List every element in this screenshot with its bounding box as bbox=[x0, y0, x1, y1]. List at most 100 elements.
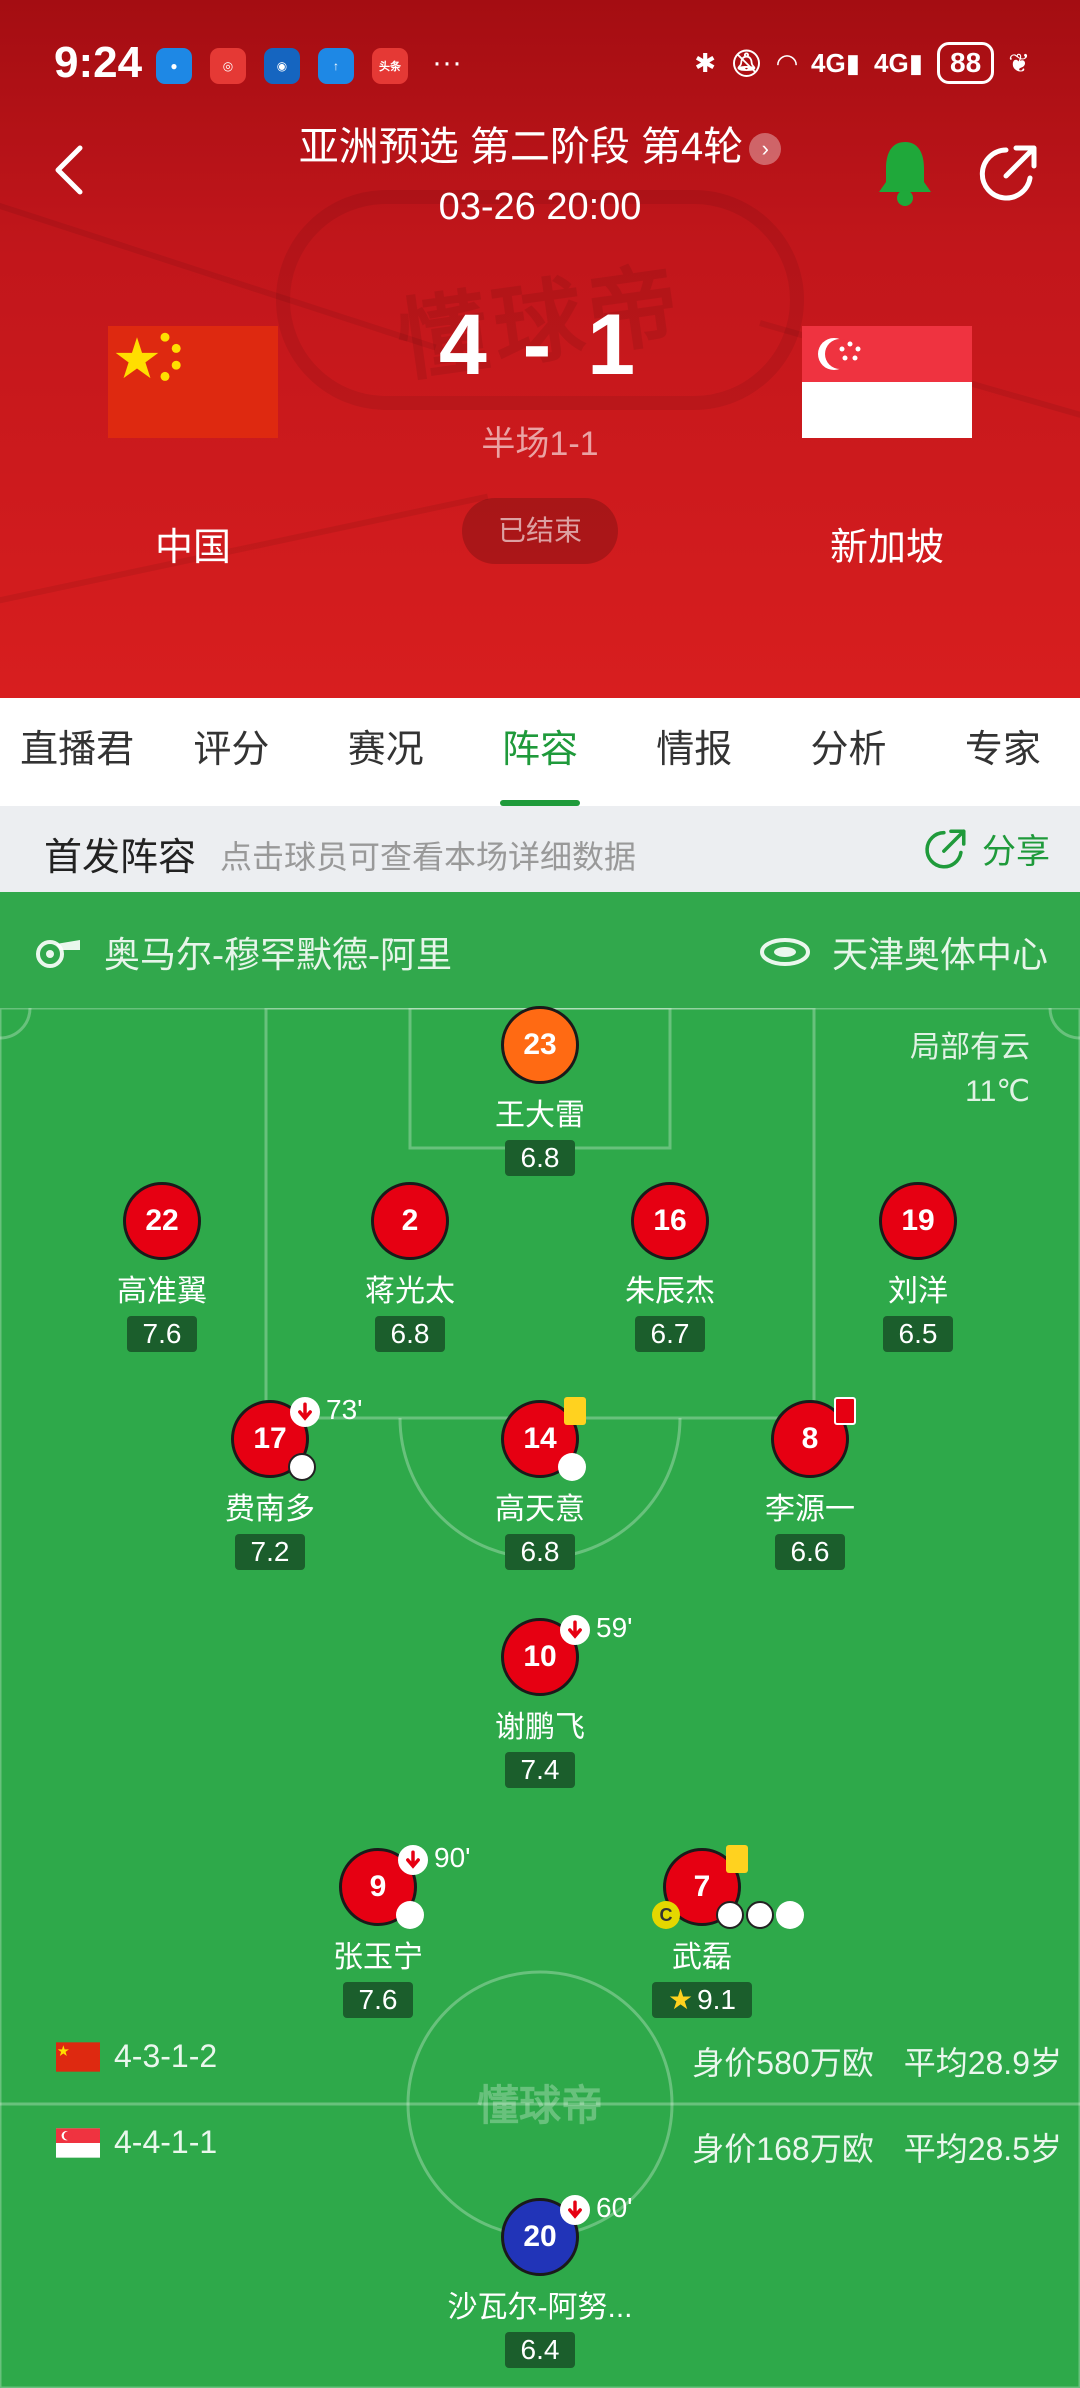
lineup-share-button[interactable]: 分享 bbox=[924, 824, 1050, 873]
player-card-d2[interactable]: 2 蒋光太 6.8 bbox=[310, 1182, 510, 1352]
goal-ball-icon bbox=[716, 1901, 744, 1929]
status-time: 9:24 bbox=[54, 38, 143, 87]
player-name: 蒋光太 bbox=[365, 1275, 455, 1308]
home-team-name[interactable]: 中国 bbox=[108, 516, 278, 571]
player-name: 高天意 bbox=[495, 1493, 585, 1526]
home-team-stats: 身价580万欧 平均28.9岁 bbox=[692, 2038, 1062, 2084]
player-card-sg-gk[interactable]: 20 60' 沙瓦尔-阿努... 6.4 bbox=[440, 2193, 640, 2368]
player-card-m1[interactable]: 17 73' 费南多 7.2 bbox=[170, 1395, 370, 1570]
yellow-card-icon bbox=[564, 1397, 586, 1425]
sub-minute: 90' bbox=[434, 1842, 471, 1873]
status-indicators: ✱ 🔕︎ ◠ 4G▮ 4G▮ 88 ❦ bbox=[694, 42, 1030, 84]
assist-boot-icon bbox=[776, 1901, 804, 1929]
singapore-flag[interactable] bbox=[802, 326, 972, 438]
signal-icon-2: 4G▮ bbox=[874, 47, 924, 78]
upload-app-icon: ↑ bbox=[318, 48, 354, 84]
lineup-pitch: 奥马尔-穆罕默德-阿里 天津奥体中心 懂球帝 局部有云 11℃ 23 王大雷 6… bbox=[0, 892, 1080, 2388]
player-card-m3[interactable]: 8 李源一 6.6 bbox=[710, 1397, 910, 1570]
more-notifications-icon: ··· bbox=[432, 46, 462, 79]
tab-live[interactable]: 直播君 bbox=[0, 698, 154, 806]
player-rating: ★ 9.1 bbox=[651, 1982, 753, 2018]
news-app-icon: ◎ bbox=[210, 48, 246, 84]
player-jersey: 17 73' bbox=[231, 1395, 363, 1481]
singapore-flag-small bbox=[56, 2128, 100, 2158]
player-card-am[interactable]: 10 59' 谢鹏飞 7.4 bbox=[440, 1613, 640, 1788]
player-rating: 6.6 bbox=[774, 1534, 846, 1570]
tab-intel[interactable]: 情报 bbox=[617, 698, 771, 806]
message-app-icon: ● bbox=[156, 48, 192, 84]
player-rating: 6.7 bbox=[634, 1316, 706, 1352]
player-name: 谢鹏飞 bbox=[495, 1711, 585, 1744]
tab-lineup[interactable]: 阵容 bbox=[463, 698, 617, 806]
tab-bar: 直播君 评分 赛况 阵容 情报 分析 专家 bbox=[0, 698, 1080, 806]
sub-off-icon bbox=[398, 1845, 428, 1875]
match-info-row: 奥马尔-穆罕默德-阿里 天津奥体中心 bbox=[0, 892, 1080, 1008]
bluetooth-icon: ✱ bbox=[694, 47, 717, 78]
tab-ratings[interactable]: 评分 bbox=[154, 698, 308, 806]
share-icon[interactable] bbox=[978, 142, 1040, 204]
chevron-right-icon: › bbox=[749, 133, 782, 165]
away-formation-row: 4-4-1-1 身价168万欧 平均28.5岁 bbox=[0, 2116, 1080, 2172]
tab-match-events[interactable]: 赛况 bbox=[309, 698, 463, 806]
leaf-icon: ❦ bbox=[1008, 47, 1030, 78]
weather-temp: 11℃ bbox=[965, 1075, 1030, 1108]
weather-info: 局部有云 11℃ bbox=[910, 1026, 1030, 1114]
sub-minute: 59' bbox=[596, 1612, 633, 1643]
player-card-f2[interactable]: 7 C 武磊 ★ 9.1 bbox=[602, 1845, 804, 2018]
away-avg-age: 平均28.5岁 bbox=[903, 2131, 1062, 2167]
captain-icon: C bbox=[652, 1901, 680, 1929]
stadium-icon bbox=[759, 938, 810, 966]
lineup-title: 首发阵容 bbox=[44, 837, 197, 879]
jersey-number: 19 bbox=[879, 1182, 957, 1260]
player-card-d4[interactable]: 19 刘洋 6.5 bbox=[818, 1182, 1018, 1352]
jersey-number: 14 bbox=[523, 1422, 557, 1455]
player-rating: 6.5 bbox=[882, 1316, 954, 1352]
player-name: 刘洋 bbox=[888, 1275, 948, 1308]
away-formation: 4-4-1-1 bbox=[114, 2124, 218, 2160]
man-of-the-match-star-icon: ★ bbox=[667, 1984, 694, 2015]
jersey-number: 23 bbox=[501, 1006, 579, 1084]
lineup-hint: 点击球员可查看本场详细数据 bbox=[220, 839, 637, 875]
player-name: 高准翼 bbox=[117, 1275, 207, 1308]
player-card-d3[interactable]: 16 朱辰杰 6.7 bbox=[570, 1182, 770, 1352]
yellow-card-icon bbox=[726, 1845, 748, 1873]
away-team-stats: 身价168万欧 平均28.5岁 bbox=[692, 2124, 1062, 2170]
home-avg-age: 平均28.9岁 bbox=[903, 2045, 1062, 2081]
player-card-gk[interactable]: 23 王大雷 6.8 bbox=[440, 1006, 640, 1176]
sub-minute: 60' bbox=[596, 2192, 633, 2223]
goal-ball-icon bbox=[288, 1453, 316, 1481]
player-name: 李源一 bbox=[765, 1493, 855, 1526]
jersey-number: 7 bbox=[693, 1870, 711, 1903]
weather-desc: 局部有云 bbox=[910, 1031, 1030, 1064]
player-name: 张玉宁 bbox=[333, 1941, 423, 1974]
player-rating: 7.2 bbox=[234, 1534, 306, 1570]
player-card-m2[interactable]: 14 高天意 6.8 bbox=[440, 1397, 640, 1570]
jersey-number: 10 bbox=[523, 1640, 557, 1673]
tab-analysis[interactable]: 分析 bbox=[771, 698, 925, 806]
sub-off-icon bbox=[290, 1397, 320, 1427]
home-market-value: 身价580万欧 bbox=[692, 2045, 874, 2081]
battery-icon: 88 bbox=[937, 42, 995, 84]
player-name: 朱辰杰 bbox=[625, 1275, 715, 1308]
player-rating: 6.8 bbox=[374, 1316, 446, 1352]
player-name: 沙瓦尔-阿努... bbox=[447, 2291, 633, 2324]
player-card-f1[interactable]: 9 90' 张玉宁 7.6 bbox=[278, 1843, 478, 2018]
china-flag-small bbox=[56, 2042, 100, 2072]
sub-minute: 73' bbox=[326, 1394, 363, 1425]
jersey-number: 22 bbox=[123, 1182, 201, 1260]
sub-off-icon bbox=[560, 2195, 590, 2225]
player-name: 王大雷 bbox=[495, 1099, 585, 1132]
tab-experts[interactable]: 专家 bbox=[926, 698, 1080, 806]
assist-boot-icon bbox=[396, 1901, 424, 1929]
toutiao-app-icon: 头条 bbox=[372, 48, 408, 84]
browser-app-icon: ◉ bbox=[264, 48, 300, 84]
notification-icons: ● ◎ ◉ ↑ 头条 ··· bbox=[156, 48, 462, 84]
player-rating: 6.4 bbox=[504, 2332, 576, 2368]
player-rating: 7.6 bbox=[342, 1982, 414, 2018]
away-team-name[interactable]: 新加坡 bbox=[802, 516, 972, 571]
player-card-d1[interactable]: 22 高准翼 7.6 bbox=[62, 1182, 262, 1352]
referee-name: 奥马尔-穆罕默德-阿里 bbox=[104, 934, 452, 975]
referee-info: 奥马尔-穆罕默德-阿里 bbox=[34, 926, 452, 978]
bell-icon[interactable] bbox=[876, 138, 934, 208]
home-formation: 4-3-1-2 bbox=[114, 2038, 218, 2074]
